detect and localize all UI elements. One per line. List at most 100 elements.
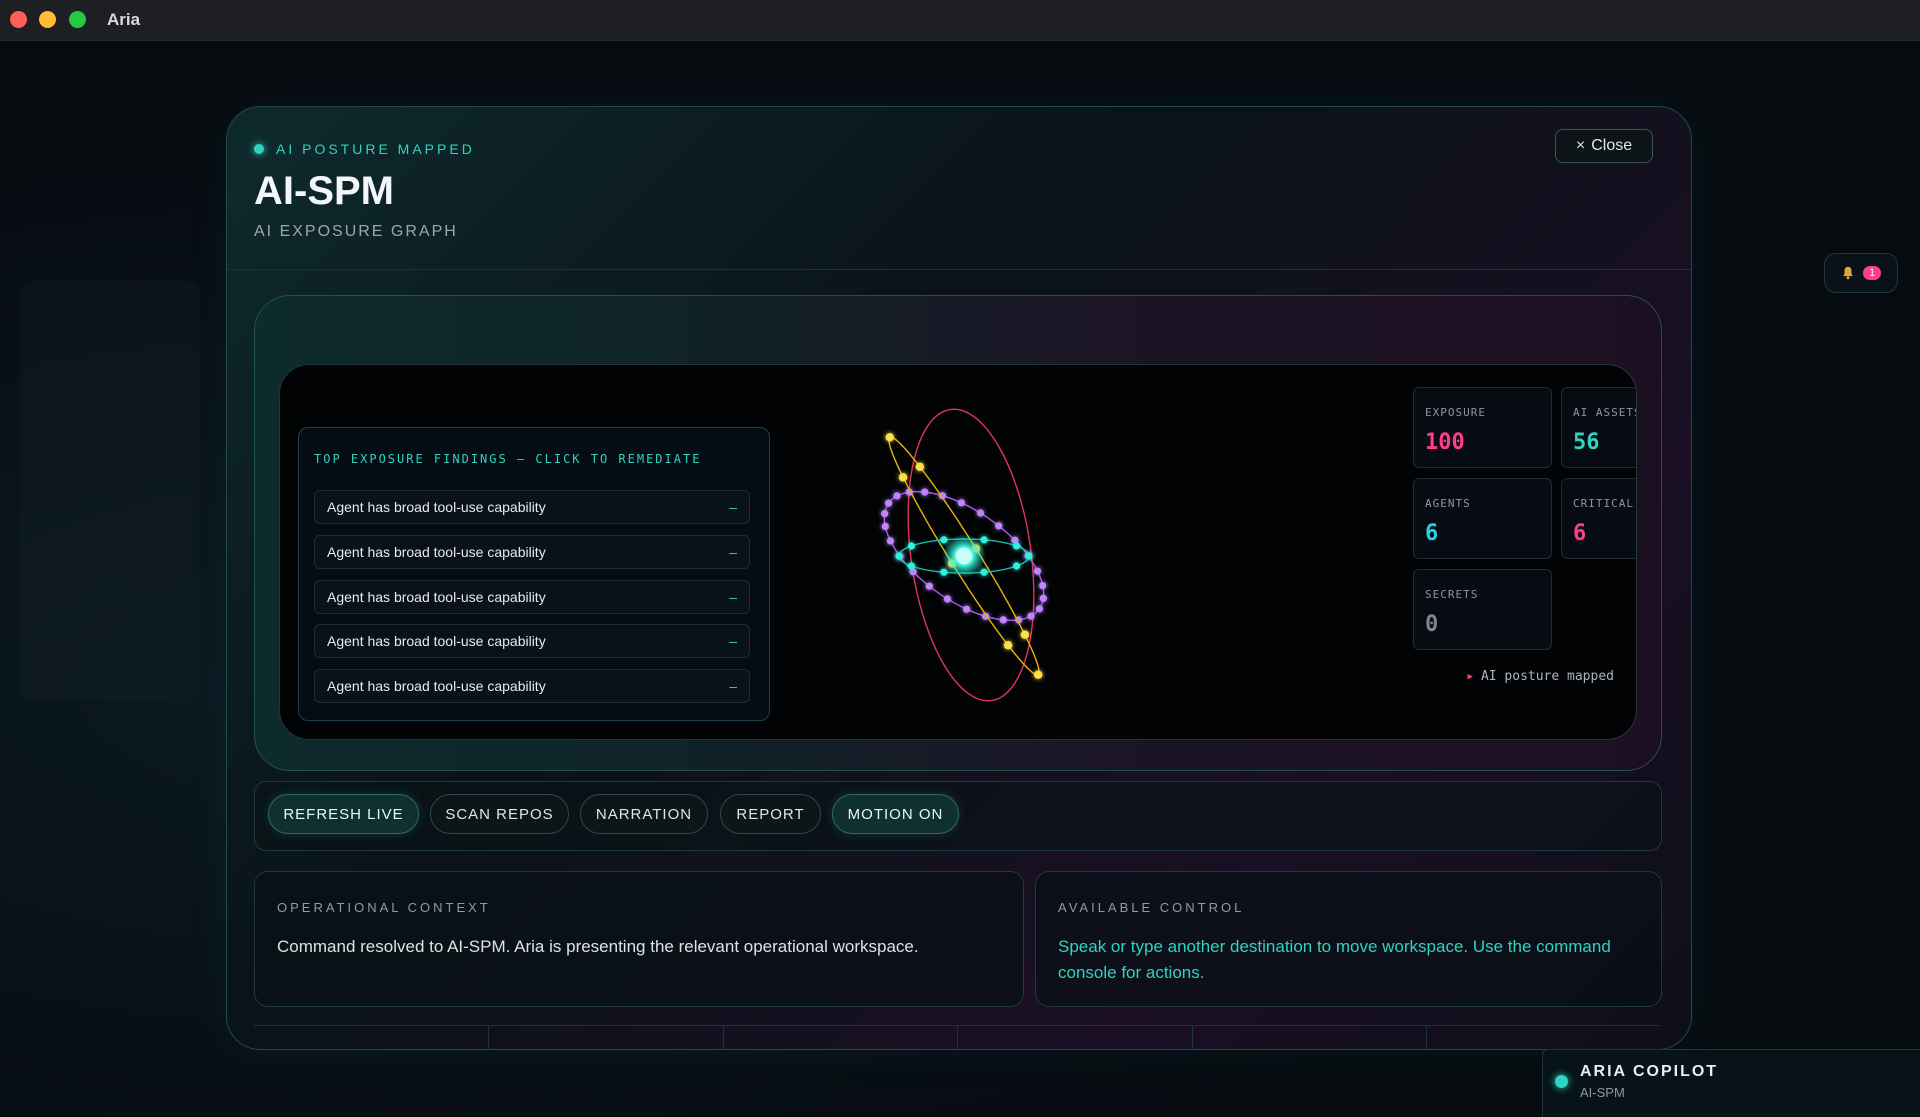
orbit-node [940, 536, 948, 544]
close-button[interactable]: × Close [1555, 129, 1653, 163]
metric-critical[interactable]: CRITICAL 6 [1561, 478, 1636, 559]
orbit-node [885, 499, 893, 507]
orbit-node [940, 568, 948, 576]
orbit-node [1020, 630, 1030, 639]
orbit-node [886, 537, 895, 545]
posture-status: ▶ AI posture mapped [1468, 669, 1614, 684]
metric-secrets[interactable]: SECRETS 0 [1413, 569, 1552, 650]
notification-count-badge: 1 [1862, 266, 1882, 280]
metric-value: 6 [1573, 521, 1587, 546]
metric-label: CRITICAL [1573, 497, 1634, 510]
orbit-node [995, 522, 1003, 530]
finding-marker-icon: – [729, 499, 737, 515]
orbit-node [980, 536, 988, 544]
core-node-center [956, 548, 972, 564]
orbit-node [957, 499, 965, 507]
finding-label: Agent has broad tool-use capability [327, 499, 546, 515]
status-eyebrow: AI POSTURE MAPPED [254, 141, 475, 157]
finding-marker-icon: – [729, 678, 737, 694]
metric-value: 56 [1573, 430, 1600, 455]
metric-value: 0 [1425, 612, 1439, 637]
report-button[interactable]: REPORT [720, 794, 821, 834]
orbit-node [895, 552, 903, 560]
operational-context-card: OPERATIONAL CONTEXT Command resolved to … [254, 871, 1024, 1007]
finding-item[interactable]: Agent has broad tool-use capability – [314, 580, 750, 614]
orbit-node [976, 509, 985, 517]
orbit-node [963, 605, 971, 613]
finding-marker-icon: – [729, 589, 737, 605]
orbit-node [1003, 641, 1013, 650]
metric-ai-assets[interactable]: AI ASSETS 56 [1561, 387, 1637, 468]
metric-label: AGENTS [1425, 497, 1471, 510]
close-window-button[interactable] [10, 11, 27, 28]
orbit-node [1039, 594, 1047, 602]
finding-label: Agent has broad tool-use capability [327, 678, 546, 694]
orbit-node [1013, 542, 1021, 550]
metric-exposure[interactable]: EXPOSURE 100 [1413, 387, 1552, 468]
orbit-node [980, 568, 988, 576]
notifications-button[interactable]: 1 [1824, 253, 1898, 293]
status-triangle-icon: ▶ [1467, 671, 1473, 682]
orbit-node [1013, 562, 1021, 570]
copilot-context: AI-SPM [1580, 1085, 1625, 1100]
metric-label: AI ASSETS [1573, 406, 1637, 419]
copilot-status-icon [1555, 1075, 1568, 1088]
close-icon: × [1575, 137, 1586, 154]
finding-item[interactable]: Agent has broad tool-use capability – [314, 624, 750, 658]
finding-item[interactable]: Agent has broad tool-use capability – [314, 490, 750, 524]
finding-item[interactable]: Agent has broad tool-use capability – [314, 669, 750, 703]
modal-header: AI POSTURE MAPPED AI-SPM AI EXPOSURE GRA… [227, 107, 1691, 270]
posture-status-label: AI posture mapped [1480, 669, 1614, 684]
status-dot-icon [254, 144, 264, 154]
metric-agents[interactable]: AGENTS 6 [1413, 478, 1552, 559]
orbit-node [881, 510, 889, 518]
page-subtitle: AI EXPOSURE GRAPH [254, 223, 458, 240]
findings-panel: TOP EXPOSURE FINDINGS — CLICK TO REMEDIA… [298, 427, 770, 721]
orbit-node [898, 473, 908, 482]
finding-marker-icon: – [729, 633, 737, 649]
metric-value: 100 [1425, 430, 1465, 455]
orbit-node [1035, 605, 1043, 613]
control-title: AVAILABLE CONTROL [1058, 900, 1245, 915]
orbit-node [1039, 582, 1047, 590]
aria-copilot-widget[interactable]: ARIA COPILOT AI-SPM [1542, 1049, 1920, 1117]
orbit-node [893, 492, 901, 500]
orbit-node [921, 488, 929, 496]
narration-button[interactable]: NARRATION [580, 794, 708, 834]
available-control-card: AVAILABLE CONTROL Speak or type another … [1035, 871, 1662, 1007]
eyebrow-label: AI POSTURE MAPPED [276, 141, 475, 157]
orbit-node [915, 462, 925, 471]
maximize-window-button[interactable] [69, 11, 86, 28]
exposure-orbit-visualization[interactable] [850, 393, 1110, 713]
finding-label: Agent has broad tool-use capability [327, 633, 546, 649]
window-title: Aria [107, 10, 141, 29]
orbit-node [1033, 567, 1042, 575]
page-title: AI-SPM [254, 169, 394, 213]
finding-label: Agent has broad tool-use capability [327, 589, 546, 605]
minimize-window-button[interactable] [39, 11, 56, 28]
orbit-node [943, 595, 952, 603]
bell-icon [1843, 266, 1853, 280]
findings-title: TOP EXPOSURE FINDINGS — CLICK TO REMEDIA… [314, 452, 702, 466]
refresh-live-button[interactable]: REFRESH LIVE [268, 794, 419, 834]
metric-value: 6 [1425, 521, 1439, 546]
control-body: Speak or type another destination to mov… [1058, 937, 1611, 982]
background-sidebar [20, 281, 200, 701]
orbit-node [881, 522, 889, 530]
scan-repos-button[interactable]: SCAN REPOS [430, 794, 569, 834]
orbit-node [1025, 552, 1033, 560]
window-titlebar: Aria [0, 0, 1920, 41]
orbit-node [907, 562, 915, 570]
finding-label: Agent has broad tool-use capability [327, 544, 546, 560]
context-body: Command resolved to AI-SPM. Aria is pres… [277, 937, 919, 956]
orbit-node [999, 616, 1007, 624]
orbit-node [1034, 670, 1043, 679]
copilot-name: ARIA COPILOT [1580, 1063, 1719, 1080]
orbit-node [925, 582, 933, 590]
context-title: OPERATIONAL CONTEXT [277, 900, 491, 915]
ai-spm-modal: AI POSTURE MAPPED AI-SPM AI EXPOSURE GRA… [226, 106, 1692, 1050]
motion-toggle-button[interactable]: MOTION ON [832, 794, 959, 834]
finding-item[interactable]: Agent has broad tool-use capability – [314, 535, 750, 569]
metric-label: EXPOSURE [1425, 406, 1486, 419]
exposure-stage: TOP EXPOSURE FINDINGS — CLICK TO REMEDIA… [254, 295, 1662, 771]
